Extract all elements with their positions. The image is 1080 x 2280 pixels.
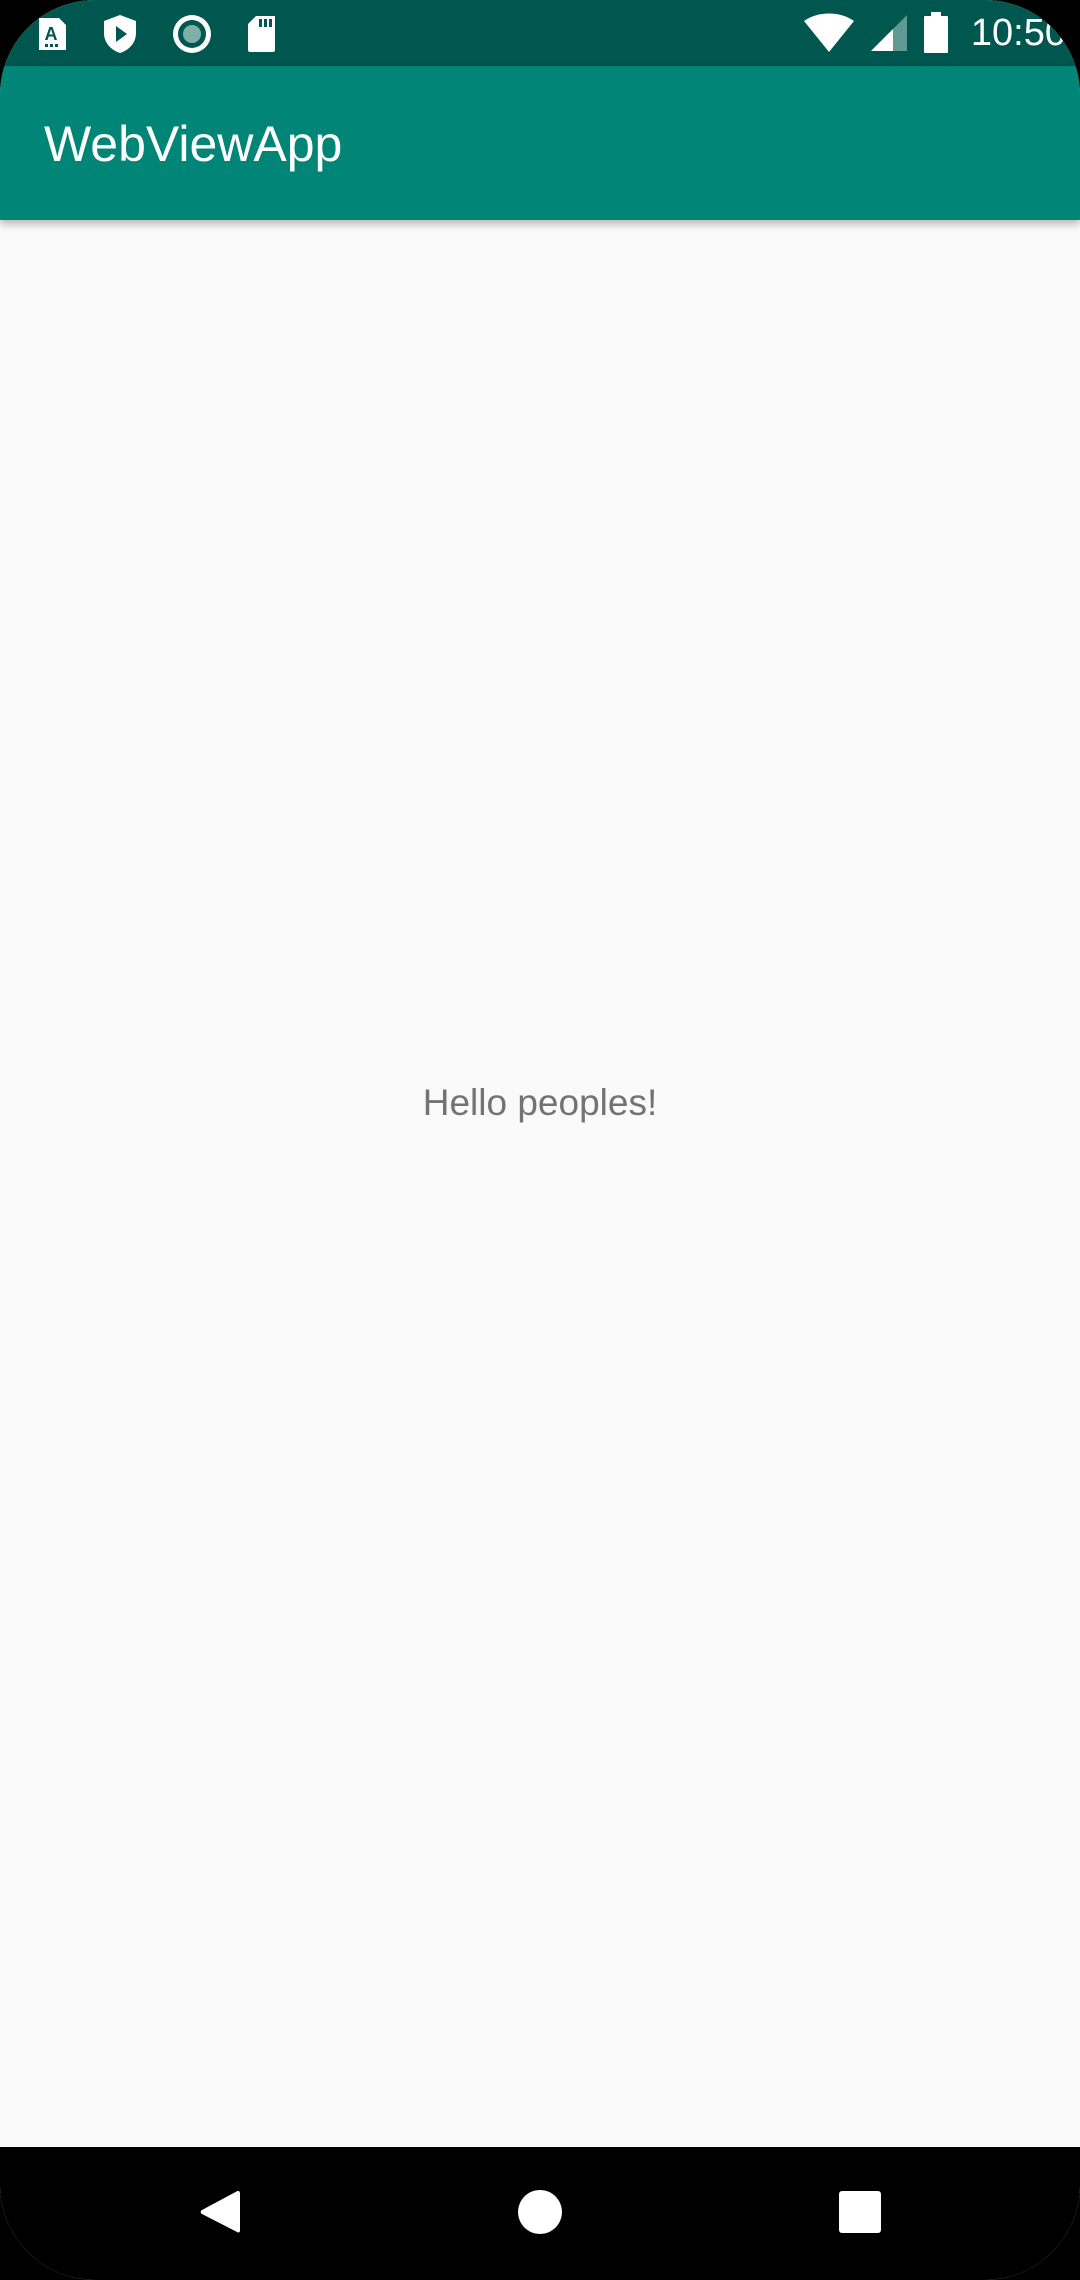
notification-icons: A: [36, 12, 278, 56]
wifi-icon: [803, 13, 854, 52]
app-bar: WebViewApp: [0, 66, 1080, 220]
home-icon: [518, 2190, 562, 2234]
phone-screen: A 10:50 WebViewApp Hello peoples!: [0, 0, 1080, 2280]
home-button[interactable]: [490, 2167, 590, 2257]
shield-play-icon: [104, 15, 136, 53]
back-button[interactable]: [170, 2167, 270, 2257]
navigation-bar: [0, 2147, 1080, 2280]
recents-icon: [839, 2191, 881, 2233]
sim-card-a-icon: A: [39, 18, 66, 50]
hello-message: Hello peoples!: [422, 1082, 658, 1123]
sd-card-icon: [248, 16, 275, 52]
svg-text:A: A: [45, 24, 58, 44]
status-bar: A 10:50: [0, 0, 1080, 66]
recents-button[interactable]: [810, 2167, 910, 2257]
back-icon: [200, 2191, 240, 2233]
main-content: Hello peoples!: [0, 220, 1080, 2147]
battery-icon: [923, 12, 948, 53]
status-clock: 10:50: [970, 12, 1066, 54]
app-title: WebViewApp: [44, 116, 343, 172]
record-circle-icon: [173, 15, 211, 53]
cellular-signal-icon: [870, 15, 907, 51]
system-indicators: 10:50: [803, 8, 1066, 58]
